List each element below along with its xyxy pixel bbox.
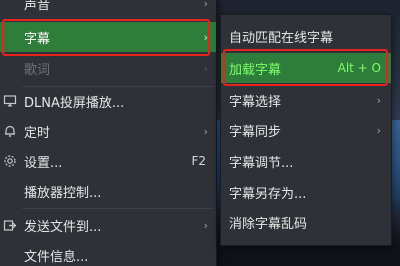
submenu-item-adjust[interactable]: 字幕调节...	[221, 146, 391, 176]
submenu-item-label: 自动匹配在线字幕	[229, 30, 334, 46]
submenu-item-label: 字幕另存为...	[229, 186, 307, 202]
chevron-right-icon: ›	[203, 0, 208, 10]
menu-item-label: 发送文件到...	[24, 219, 102, 235]
gear-icon	[3, 154, 17, 168]
submenu-item-save-as[interactable]: 字幕另存为...	[221, 177, 391, 207]
submenu-item-fix-garbled[interactable]: 消除字幕乱码	[221, 207, 391, 237]
chevron-right-icon: ›	[203, 30, 208, 44]
menu-item-subtitles[interactable]: 字幕 ›	[0, 22, 216, 52]
chevron-right-icon: ›	[376, 123, 381, 137]
menu-item-label: 文件信息...	[24, 249, 89, 265]
menu-item-sound[interactable]: 声音 ›	[0, 0, 216, 18]
submenu-item-label: 字幕调节...	[229, 155, 294, 171]
chevron-right-icon: ›	[203, 124, 208, 138]
menu-item-label: 声音	[24, 0, 51, 13]
player-window: 声音 › 字幕 › 歌词 › DLNA投屏播放... 定时 › 设置... F2…	[0, 0, 400, 266]
menu-item-player-control[interactable]: 播放器控制...	[0, 176, 216, 206]
menu-item-lyrics[interactable]: 歌词 ›	[0, 53, 216, 83]
menu-item-settings[interactable]: 设置... F2	[0, 146, 216, 176]
menu-item-file-info[interactable]: 文件信息...	[0, 240, 216, 266]
menu-item-label: 设置...	[24, 155, 63, 171]
chevron-right-icon: ›	[203, 61, 208, 75]
menu-item-dlna-cast[interactable]: DLNA投屏播放...	[0, 86, 216, 116]
chevron-right-icon: ›	[203, 218, 208, 232]
menu-item-label: 定时	[24, 125, 51, 141]
menu-item-timer[interactable]: 定时 ›	[0, 116, 216, 146]
submenu-item-auto-match[interactable]: 自动匹配在线字幕	[221, 21, 391, 51]
shortcut-label: Alt + O	[337, 61, 381, 75]
menu-item-label: 字幕	[24, 31, 51, 47]
menu-item-label: 歌词	[24, 62, 51, 78]
subtitles-submenu: 自动匹配在线字幕 加载字幕 Alt + O 字幕选择 › 字幕同步 › 字幕调节…	[220, 14, 392, 246]
submenu-item-label: 消除字幕乱码	[229, 216, 308, 232]
menu-item-send-file[interactable]: 发送文件到... ›	[0, 210, 216, 240]
submenu-item-label: 字幕同步	[229, 124, 282, 140]
shortcut-label: F2	[191, 154, 206, 168]
submenu-item-select[interactable]: 字幕选择 ›	[221, 85, 391, 115]
submenu-item-label: 加载字幕	[229, 62, 282, 78]
send-icon	[3, 218, 17, 232]
menu-item-label: DLNA投屏播放...	[24, 95, 125, 111]
bell-icon	[3, 124, 17, 138]
cast-icon	[3, 94, 17, 108]
context-menu: 声音 › 字幕 › 歌词 › DLNA投屏播放... 定时 › 设置... F2…	[0, 0, 217, 266]
submenu-item-sync[interactable]: 字幕同步 ›	[221, 115, 391, 145]
submenu-item-load-subtitle[interactable]: 加载字幕 Alt + O	[221, 53, 391, 83]
menu-item-label: 播放器控制...	[24, 185, 102, 201]
submenu-item-label: 字幕选择	[229, 94, 282, 110]
menu-separator	[22, 208, 214, 209]
chevron-right-icon: ›	[376, 93, 381, 107]
